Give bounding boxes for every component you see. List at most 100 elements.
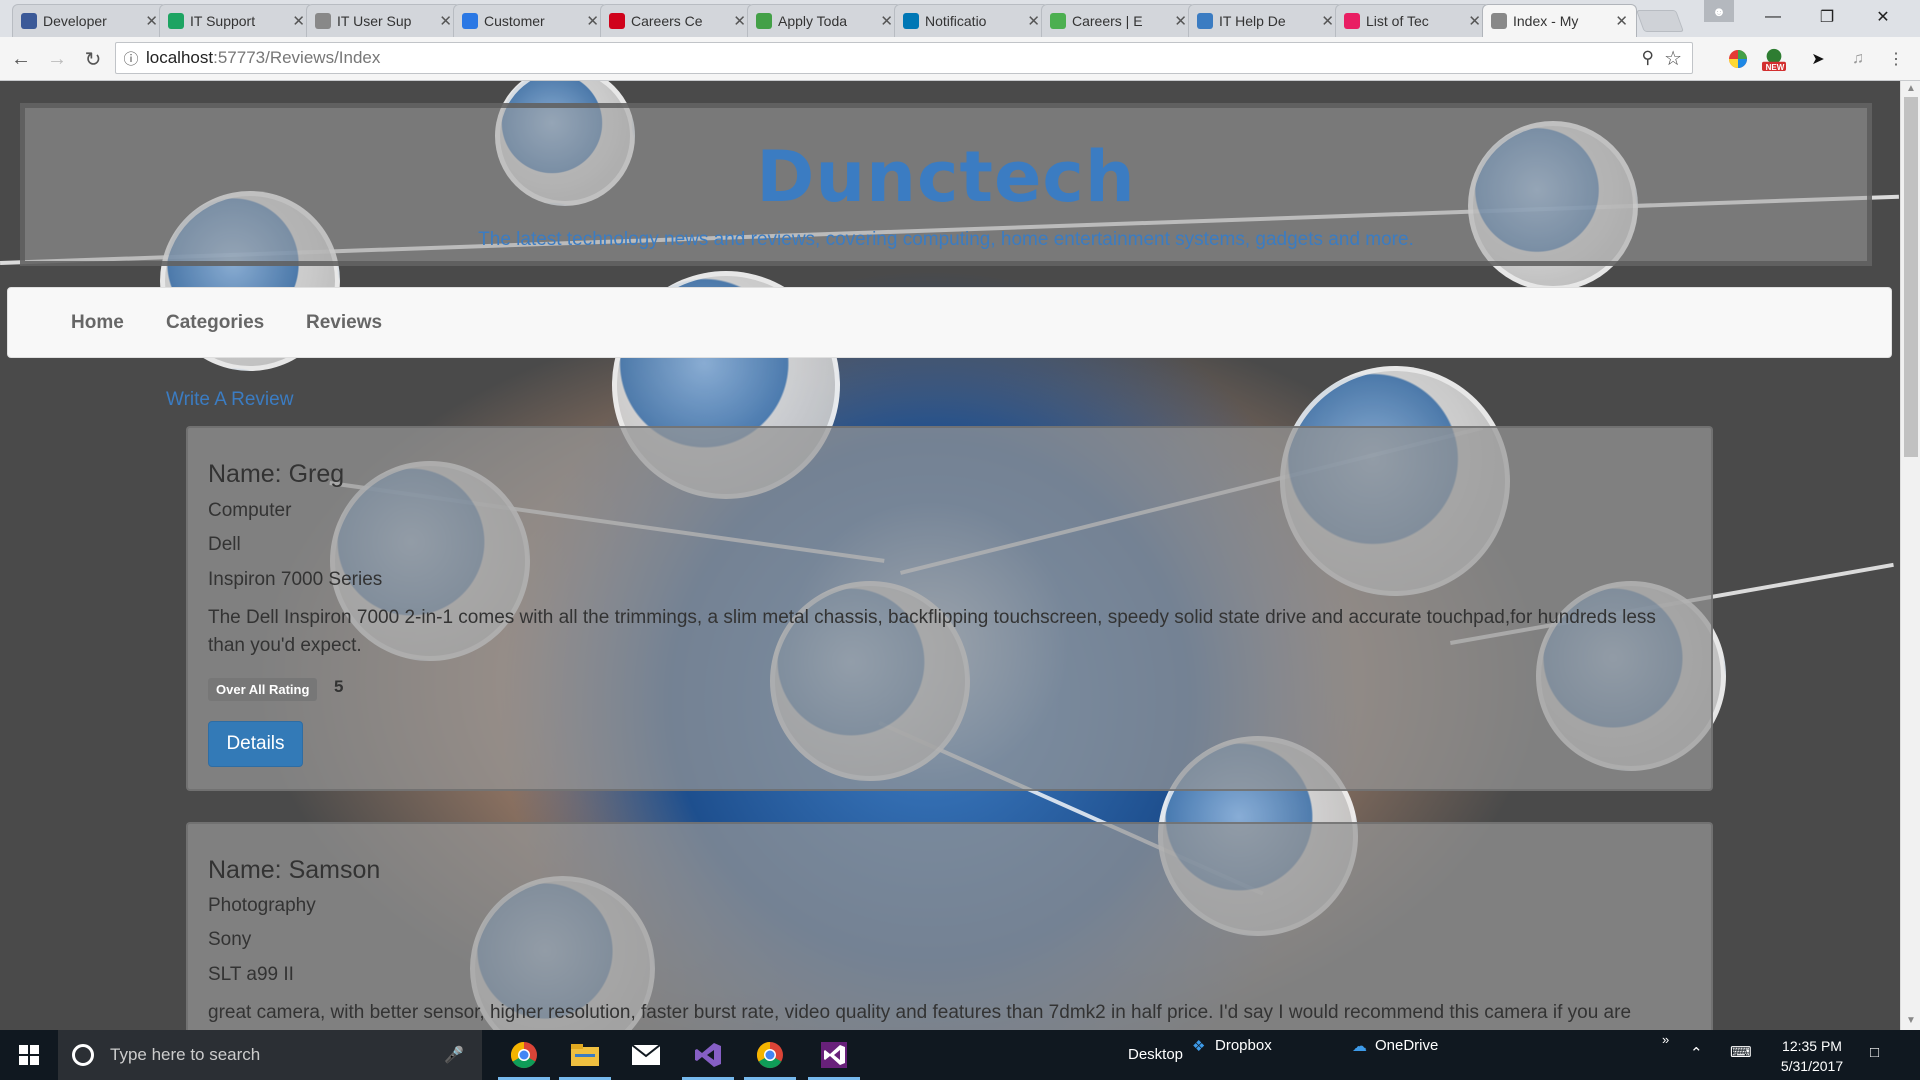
- close-window-icon[interactable]: ✕: [1856, 0, 1910, 34]
- onedrive-label[interactable]: OneDrive: [1375, 1037, 1438, 1054]
- browser-tab[interactable]: Careers Ce ✕: [600, 4, 755, 37]
- pointer-extension-icon[interactable]: ➤: [1806, 47, 1830, 71]
- browser-tab[interactable]: List of Tec ✕: [1335, 4, 1490, 37]
- scroll-up-arrow-icon[interactable]: ▲: [1906, 83, 1916, 94]
- checkbox-icon: [462, 13, 478, 29]
- cortana-icon: [72, 1044, 94, 1066]
- page-scrollbar[interactable]: ▲ ▼: [1900, 81, 1920, 1030]
- back-arrow-icon[interactable]: ←: [8, 46, 34, 72]
- browser-toolbar: ← → ↻ ⓘ localhost:57773/Reviews/Index ⚲ …: [0, 37, 1920, 81]
- color-wheel-extension-icon[interactable]: [1726, 47, 1750, 71]
- browser-tab-strip: ☻ — ❐ ✕ Developer ✕ IT Support ✕ IT User Sup…: [0, 0, 1920, 37]
- show-hidden-icons-icon[interactable]: ⌃: [1690, 1044, 1703, 1062]
- profile-icon[interactable]: ☻: [1704, 0, 1734, 22]
- dropbox-label[interactable]: Dropbox: [1215, 1037, 1272, 1054]
- nav-home-link[interactable]: Home: [71, 312, 124, 334]
- details-button[interactable]: Details: [208, 721, 303, 767]
- address-bar[interactable]: ⓘ localhost:57773/Reviews/Index ⚲ ☆: [115, 42, 1693, 74]
- scrollbar-thumb[interactable]: [1904, 97, 1918, 457]
- reload-icon[interactable]: ↻: [80, 46, 106, 72]
- browser-tab-title: Index - My: [1513, 13, 1579, 29]
- rating-value: 5: [334, 677, 344, 696]
- bookmark-star-icon[interactable]: ☆: [1664, 46, 1682, 71]
- tab-close-icon[interactable]: ✕: [880, 12, 893, 30]
- browser-tab[interactable]: Developer ✕: [12, 4, 167, 37]
- new-extension-icon[interactable]: NEW: [1762, 47, 1786, 72]
- review-brand: Dell: [208, 534, 241, 555]
- touch-keyboard-icon[interactable]: ⌨: [1730, 1043, 1752, 1061]
- browser-tab[interactable]: IT Support ✕: [159, 4, 314, 37]
- info-icon[interactable]: ⓘ: [116, 48, 146, 69]
- toolbar-overflow-icon[interactable]: »: [1662, 1032, 1669, 1047]
- info-icon: [609, 13, 625, 29]
- taskbar-search-box[interactable]: Type here to search 🎤: [58, 1030, 482, 1080]
- taskbar-clock[interactable]: 12:35 PM 5/31/2017: [1772, 1036, 1852, 1076]
- reviewer-name: Name: Samson: [208, 856, 381, 884]
- windows-taskbar: Type here to search 🎤 Desktop ❖ Dropbox …: [0, 1030, 1920, 1080]
- action-center-icon[interactable]: □: [1870, 1044, 1879, 1061]
- browser-tab-title: Careers | E: [1072, 13, 1143, 29]
- review-card: Name: Greg Computer Dell Inspiron 7000 S…: [186, 426, 1713, 791]
- browser-tab[interactable]: Index - My ✕: [1482, 4, 1637, 37]
- browser-tab[interactable]: Customer ✕: [453, 4, 608, 37]
- browser-tab-title: IT Help De: [1219, 13, 1286, 29]
- mail-icon[interactable]: [616, 1030, 676, 1080]
- tab-close-icon[interactable]: ✕: [1615, 12, 1628, 30]
- globe-icon: [1050, 13, 1066, 29]
- review-model: Inspiron 7000 Series: [208, 569, 383, 590]
- write-review-link[interactable]: Write A Review: [166, 389, 293, 411]
- browser-tab[interactable]: IT Help De ✕: [1188, 4, 1343, 37]
- chrome-taskbar-icon[interactable]: [494, 1030, 554, 1080]
- hyl-icon: [756, 13, 772, 29]
- review-model: SLT a99 II: [208, 964, 294, 985]
- bell-icon[interactable]: ♫: [1846, 47, 1870, 71]
- reviewer-name: Name: Greg: [208, 460, 345, 488]
- nav-categories-link[interactable]: Categories: [166, 312, 264, 334]
- zoom-icon[interactable]: ⚲: [1642, 48, 1654, 68]
- microphone-icon[interactable]: 🎤: [444, 1045, 464, 1065]
- review-category: Computer: [208, 500, 292, 521]
- visual-studio-2-icon[interactable]: [804, 1030, 864, 1080]
- chart-icon: [1344, 13, 1360, 29]
- tab-close-icon[interactable]: ✕: [1321, 12, 1334, 30]
- taskbar-search-placeholder: Type here to search: [110, 1045, 261, 1064]
- browser-tab[interactable]: Notificatio ✕: [894, 4, 1049, 37]
- tab-close-icon[interactable]: ✕: [439, 12, 452, 30]
- page-icon: [1491, 13, 1507, 29]
- dropbox-icon[interactable]: ❖: [1192, 1037, 1205, 1055]
- file-explorer-icon[interactable]: [555, 1030, 615, 1080]
- clock-date: 5/31/2017: [1780, 1058, 1844, 1074]
- tab-close-icon[interactable]: ✕: [1174, 12, 1187, 30]
- review-category: Photography: [208, 895, 316, 916]
- new-extension-label: NEW: [1765, 63, 1785, 72]
- browser-tab-title: Careers Ce: [631, 13, 703, 29]
- browser-tab-title: IT Support: [190, 13, 256, 29]
- browser-tab-title: List of Tec: [1366, 13, 1429, 29]
- tab-close-icon[interactable]: ✕: [1027, 12, 1040, 30]
- tab-close-icon[interactable]: ✕: [292, 12, 305, 30]
- tab-close-icon[interactable]: ✕: [145, 12, 158, 30]
- desktop-toolbar-label[interactable]: Desktop: [1128, 1046, 1183, 1063]
- tab-close-icon[interactable]: ✕: [733, 12, 746, 30]
- browser-tab[interactable]: Apply Toda ✕: [747, 4, 902, 37]
- page-icon: [315, 13, 331, 29]
- chrome-taskbar-icon-2[interactable]: [740, 1030, 800, 1080]
- tab-close-icon[interactable]: ✕: [1468, 12, 1481, 30]
- onedrive-icon[interactable]: ☁: [1352, 1037, 1367, 1055]
- windows-start-icon[interactable]: [0, 1030, 58, 1080]
- forward-arrow-icon[interactable]: →: [44, 46, 70, 72]
- scroll-down-arrow-icon[interactable]: ▼: [1906, 1015, 1916, 1026]
- linkedin-icon: [903, 13, 919, 29]
- visual-studio-icon[interactable]: [678, 1030, 738, 1080]
- browser-tab[interactable]: IT User Sup ✕: [306, 4, 461, 37]
- minimize-icon[interactable]: —: [1746, 0, 1800, 34]
- tab-close-icon[interactable]: ✕: [586, 12, 599, 30]
- nav-reviews-link[interactable]: Reviews: [306, 312, 382, 334]
- site-tagline: The latest technology news and reviews, …: [478, 229, 1414, 250]
- clock-time: 12:35 PM: [1782, 1038, 1842, 1054]
- restore-icon[interactable]: ❐: [1800, 0, 1854, 34]
- new-tab-button[interactable]: [1635, 10, 1685, 32]
- browser-tab[interactable]: Careers | E ✕: [1041, 4, 1196, 37]
- doc-icon: [168, 13, 184, 29]
- menu-dots-icon[interactable]: ⋮: [1884, 47, 1908, 71]
